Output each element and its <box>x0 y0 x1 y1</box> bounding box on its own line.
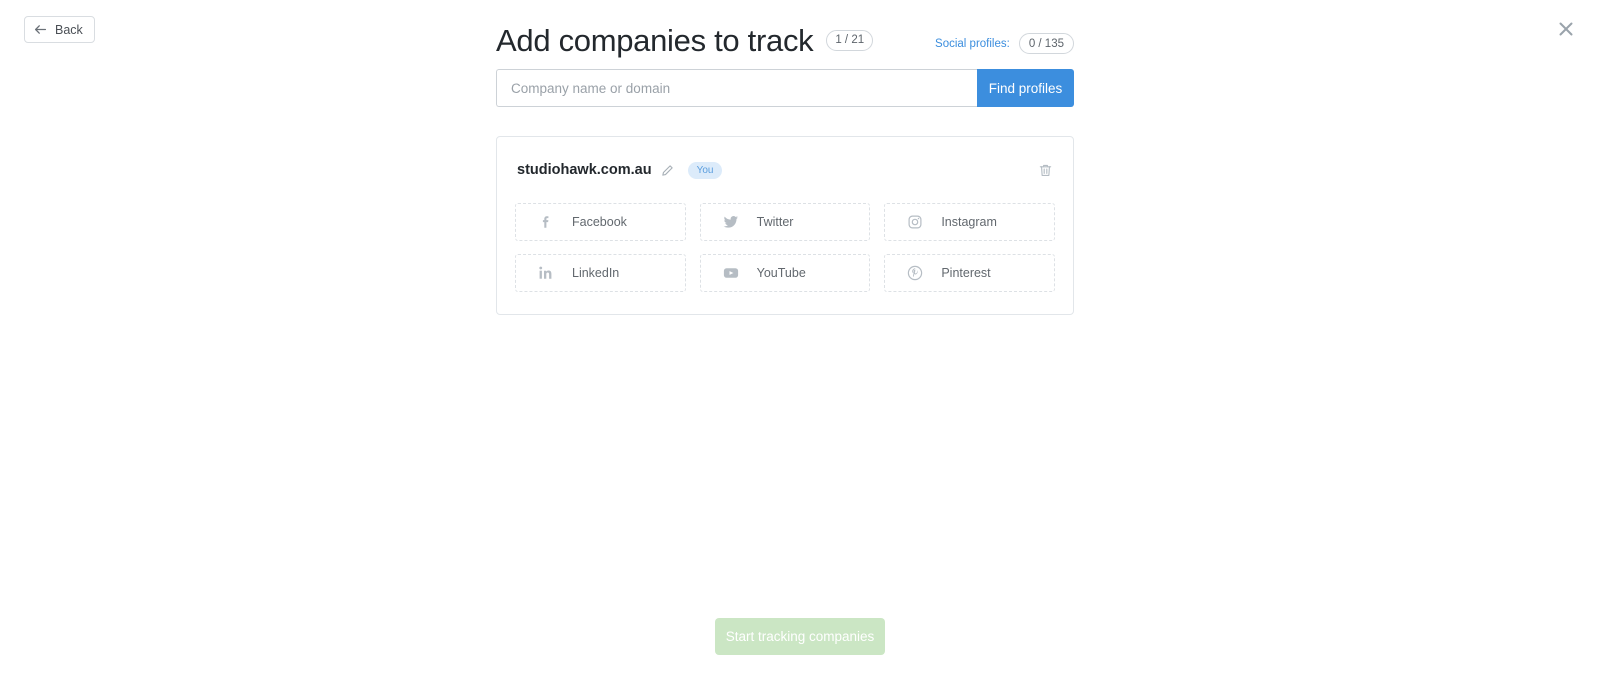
social-button-facebook[interactable]: Facebook <box>515 203 686 241</box>
company-count-badge: 1 / 21 <box>826 29 874 51</box>
social-button-twitter[interactable]: Twitter <box>699 203 871 241</box>
footer-actions: Start tracking companies <box>0 618 1600 655</box>
company-card: studiohawk.com.au You Facebook Twitter I… <box>496 136 1074 315</box>
trash-icon[interactable] <box>1038 163 1053 178</box>
find-profiles-button[interactable]: Find profiles <box>977 69 1074 107</box>
page-title: Add companies to track <box>496 22 814 58</box>
linkedin-icon <box>538 265 554 281</box>
social-networks-grid: Facebook Twitter Instagram LinkedIn YouT… <box>515 203 1055 292</box>
arrow-left-icon <box>34 23 47 36</box>
social-label: Twitter <box>756 215 794 229</box>
search-row: Find profiles <box>496 69 1074 107</box>
pinterest-icon <box>907 265 923 281</box>
social-label: YouTube <box>756 266 806 280</box>
owner-badge: You <box>687 161 723 179</box>
social-button-instagram[interactable]: Instagram <box>884 203 1055 241</box>
header-row: Add companies to track 1 / 21 Social pro… <box>496 0 1074 66</box>
company-search-input[interactable] <box>496 69 977 107</box>
add-companies-page: Back Add companies to track 1 / 21 Socia… <box>0 0 1600 694</box>
company-card-header: studiohawk.com.au You <box>515 159 1055 181</box>
twitter-icon <box>723 214 739 230</box>
social-label: Instagram <box>941 215 997 229</box>
back-button[interactable]: Back <box>24 16 95 43</box>
start-tracking-button[interactable]: Start tracking companies <box>715 618 885 655</box>
company-domain: studiohawk.com.au <box>517 162 652 178</box>
social-profiles-label: Social profiles: <box>935 37 1010 50</box>
social-button-linkedin[interactable]: LinkedIn <box>515 254 686 292</box>
social-button-youtube[interactable]: YouTube <box>699 254 871 292</box>
social-label: Pinterest <box>941 266 991 280</box>
instagram-icon <box>907 214 923 230</box>
back-button-label: Back <box>55 22 83 37</box>
social-label: LinkedIn <box>572 266 620 280</box>
social-profiles-count-badge: 0 / 135 <box>1018 33 1074 54</box>
pencil-icon[interactable] <box>661 164 674 177</box>
youtube-icon <box>723 265 739 281</box>
close-icon[interactable] <box>1554 17 1578 41</box>
social-button-pinterest[interactable]: Pinterest <box>884 254 1055 292</box>
social-profiles-meta: Social profiles: 0 / 135 <box>935 33 1074 54</box>
facebook-icon <box>538 214 554 230</box>
social-label: Facebook <box>572 215 627 229</box>
main-column: Add companies to track 1 / 21 Social pro… <box>496 0 1074 315</box>
